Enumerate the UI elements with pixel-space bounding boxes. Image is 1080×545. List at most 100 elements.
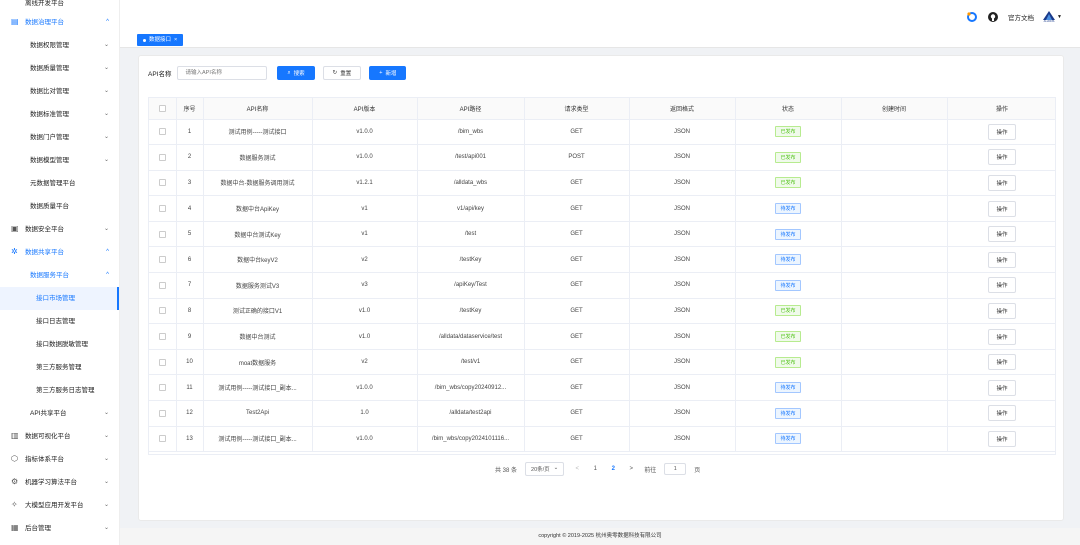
sidebar-item[interactable]: ⚙ 机器学习算法平台 ⌄ [0, 471, 119, 494]
sidebar-item[interactable]: ✲ 数据共享平台 ^ [0, 241, 119, 264]
sidebar-item[interactable]: 第三方服务日志管理 [0, 379, 119, 402]
cell-api-version: v1.0.0 [312, 144, 418, 171]
operation-button[interactable]: 操作 [988, 200, 1016, 217]
cell-api-path: /test/api001 [417, 144, 525, 171]
checkbox[interactable] [158, 281, 166, 289]
sidebar-item[interactable]: 数据服务平台 ^ [0, 264, 119, 287]
checkbox[interactable] [158, 435, 166, 443]
page-button[interactable]: 1 [590, 466, 600, 472]
add-button[interactable]: + 新增 [369, 66, 407, 80]
row-select-cell[interactable] [149, 374, 177, 402]
checkbox[interactable] [158, 256, 166, 264]
row-select-cell[interactable] [149, 298, 177, 325]
sidebar-item[interactable]: 离线开发平台 [0, 0, 119, 11]
row-select-cell[interactable] [149, 349, 177, 376]
sidebar-item[interactable]: 接口日志管理 [0, 310, 119, 333]
page-size-select[interactable]: 20条/页 ⌄ [525, 462, 565, 476]
sidebar-item[interactable]: 第三方服务管理 [0, 356, 119, 379]
checkbox[interactable] [158, 409, 166, 417]
sidebar-item[interactable]: 接口市场管理 [0, 287, 119, 310]
table-row[interactable]: 9 数据中台测试 v1.0/alldata/dataservice/test GET J… [149, 323, 1055, 350]
sidebar-item[interactable]: ▣ 数据安全平台 ⌄ [0, 218, 119, 241]
sidebar-item[interactable]: 元数据管理平台 [0, 172, 119, 195]
checkbox[interactable] [158, 153, 166, 161]
sidebar-item[interactable]: 数据质量平台 [0, 195, 119, 218]
row-select-cell[interactable] [149, 221, 177, 248]
checkbox[interactable] [158, 333, 166, 340]
sidebar-item[interactable]: 数据权限管理 ⌄ [0, 34, 119, 57]
reset-button[interactable]: ↻ 重置 [322, 66, 362, 80]
row-select-cell[interactable] [149, 119, 177, 146]
table-row[interactable]: 3 数据中台-数据服务调用测试 v1.2.1/alldata_wbs GET JSON 已… [149, 170, 1055, 197]
operation-button[interactable]: 操作 [988, 430, 1016, 447]
sidebar-item[interactable]: 接口数据脱敏管理 [0, 333, 119, 356]
sidebar-item[interactable]: 数据模型管理 ⌄ [0, 149, 119, 172]
goto-page-input[interactable]: 1 [664, 463, 687, 475]
sidebar-item[interactable]: ▤ 数据治理平台 ^ [0, 11, 119, 34]
prev-page-button[interactable]: < [572, 466, 582, 472]
checkbox[interactable] [158, 230, 166, 238]
sidebar-item[interactable]: 数据比对管理 ⌄ [0, 80, 119, 103]
sidebar-item[interactable]: ✧ 大模型应用开发平台 ⌄ [0, 494, 119, 517]
operation-button[interactable]: 操作 [988, 149, 1016, 166]
operation-button[interactable]: 操作 [988, 174, 1016, 191]
select-all-checkbox[interactable] [149, 98, 177, 120]
github-icon[interactable] [987, 11, 999, 23]
operation-button[interactable]: 操作 [988, 328, 1016, 345]
row-select-cell[interactable] [149, 195, 177, 222]
status-badge: 已发布 [775, 151, 801, 163]
table-row[interactable]: 12 Test2Api 1.0/alldata/test2api GET JSON 待发布… [149, 400, 1055, 427]
operation-button[interactable]: 操作 [988, 277, 1016, 294]
operation-button[interactable]: 操作 [988, 405, 1016, 422]
row-select-cell[interactable] [149, 323, 177, 350]
table-row[interactable]: 11 测试用例-----测试接口_副本... v1.0.0/bim_wbs/copy… [149, 374, 1055, 402]
sidebar-item[interactable]: ⬡ 指标体系平台 ⌄ [0, 448, 119, 471]
sidebar-item[interactable]: 数据标准管理 ⌄ [0, 103, 119, 126]
table-row[interactable]: 7 数据服务测试V3 v3/apiKey/Test GET JSON 待发布 操作 [149, 272, 1055, 299]
table-row[interactable]: 13 测试用例-----测试接口_副本... v1.0.0/bim_wbs/copy… [149, 426, 1055, 453]
row-select-cell[interactable] [149, 170, 177, 197]
checkbox[interactable] [158, 205, 166, 213]
table-row[interactable]: 6 数据中台keyV2 v2/testKey GET JSON 待发布 操作 [149, 246, 1055, 274]
row-select-cell[interactable] [149, 144, 177, 171]
operation-button[interactable]: 操作 [988, 302, 1016, 319]
api-name-input[interactable] [177, 66, 268, 80]
cell-no: 13 [176, 426, 204, 453]
user-menu[interactable]: ALLDATA ▼ [1043, 11, 1062, 23]
sidebar-item[interactable]: ▥ 数据可视化平台 ⌄ [0, 425, 119, 448]
table-row[interactable]: 10 moat数据服务 v2/test/v1 GET JSON 已发布 操作 [149, 349, 1055, 376]
checkbox[interactable] [158, 179, 166, 187]
next-page-button[interactable]: > [626, 466, 636, 472]
operation-button[interactable]: 操作 [988, 123, 1016, 140]
table-row[interactable]: 1 测试用例-----测试接口 v1.0.0/bim_wbs GET JSON 已发布 操作 [149, 119, 1055, 146]
operation-button[interactable]: 操作 [988, 354, 1016, 371]
row-select-cell[interactable] [149, 400, 177, 427]
operation-button[interactable]: 操作 [988, 379, 1016, 396]
table-row[interactable]: 4 数据中台ApiKey v1 v1/api/key GET JSON 待发布 操作 [149, 195, 1055, 222]
sidebar-item[interactable]: API共享平台 ⌄ [0, 402, 119, 425]
checkbox[interactable] [158, 307, 166, 315]
page-button-current[interactable]: 2 [608, 466, 618, 472]
operation-button[interactable]: 操作 [988, 251, 1016, 268]
search-button[interactable]: ⌕ 搜索 [277, 66, 315, 80]
checkbox[interactable] [158, 384, 166, 392]
table-row[interactable]: 5 数据中台测试Key v1/test GET JSON 待发布 操作 [149, 221, 1055, 248]
row-select-cell[interactable] [149, 272, 177, 299]
row-select-cell[interactable] [149, 426, 177, 453]
checkbox[interactable] [158, 358, 166, 366]
docs-link[interactable]: 官方文档 [1008, 12, 1034, 22]
sidebar-item[interactable]: ▦ 后台管理 ⌄ [0, 517, 119, 540]
tab-data-interface[interactable]: 数据接口 × [137, 34, 184, 46]
cell-request-type: GET [524, 119, 630, 146]
close-icon[interactable]: × [174, 34, 177, 46]
sidebar-item[interactable]: 数据质量管理 ⌄ [0, 57, 119, 80]
sidebar-item[interactable]: 数据门户管理 ⌄ [0, 126, 119, 149]
operation-button[interactable]: 操作 [988, 226, 1016, 243]
table-row[interactable]: 2 数据服务测试 v1.0.0/test/api001 POST JSON 已发布 操作 [149, 144, 1055, 171]
api-name-label: API名称 [148, 71, 172, 78]
row-select-cell[interactable] [149, 246, 177, 274]
app-icon[interactable] [966, 11, 978, 23]
cell-operation: 操作 [947, 323, 1055, 350]
table-row[interactable]: 8 测试正确的接口V1 v1.0/testKey GET JSON 已发布 操作 [149, 298, 1055, 325]
checkbox[interactable] [158, 128, 166, 136]
